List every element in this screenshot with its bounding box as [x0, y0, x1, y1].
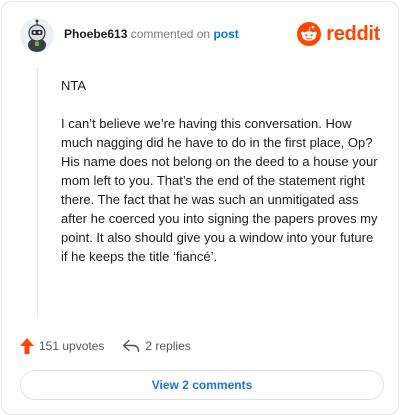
comment-card: Phoebe613 commented on post reddit NTA I… — [1, 1, 399, 415]
reddit-wordmark: reddit — [326, 22, 380, 45]
post-link[interactable]: post — [213, 27, 238, 41]
upvote-arrow-icon — [20, 338, 34, 354]
upvote-button[interactable]: 151 upvotes — [20, 338, 104, 354]
byline: Phoebe613 commented on post — [64, 27, 239, 41]
comment-body: NTA I can’t believe we’re having this co… — [61, 76, 381, 285]
reply-icon — [123, 339, 140, 353]
username-link[interactable]: Phoebe613 — [64, 27, 127, 41]
action-text: commented on — [130, 27, 211, 41]
upvote-count: 151 upvotes — [39, 339, 105, 353]
reddit-snoo-icon — [297, 22, 322, 46]
reddit-logo[interactable]: reddit — [297, 22, 380, 46]
comment-header: Phoebe613 commented on post reddit — [20, 18, 380, 52]
comment-actions: 151 upvotes 2 replies — [20, 336, 209, 356]
avatar[interactable] — [20, 18, 54, 52]
reply-button[interactable]: 2 replies — [122, 339, 191, 353]
comment-paragraph: I can’t believe we’re having this conver… — [61, 116, 378, 264]
thread-line — [37, 68, 38, 318]
reply-count: 2 replies — [145, 339, 191, 353]
avatar-icon — [20, 18, 54, 52]
view-comments-button[interactable]: View 2 comments — [20, 370, 384, 400]
comment-paragraph: NTA — [61, 78, 87, 93]
